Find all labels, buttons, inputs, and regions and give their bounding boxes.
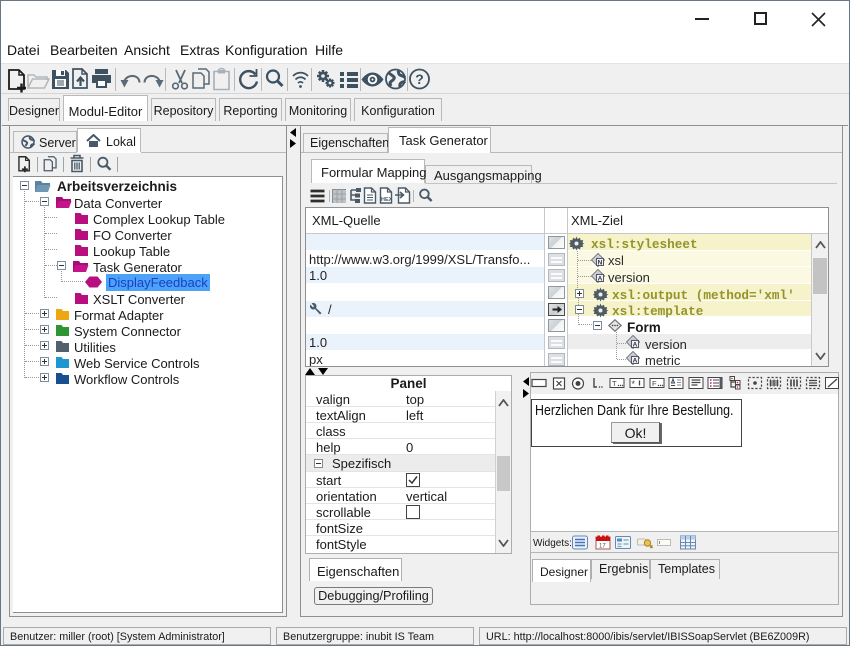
svg-text:HEX: HEX — [381, 197, 393, 203]
svg-text:*: * — [632, 379, 636, 389]
svg-text:F: F — [652, 379, 657, 388]
svg-text:17: 17 — [599, 544, 606, 550]
svg-text:?: ? — [415, 71, 424, 87]
svg-text:T: T — [612, 379, 617, 388]
